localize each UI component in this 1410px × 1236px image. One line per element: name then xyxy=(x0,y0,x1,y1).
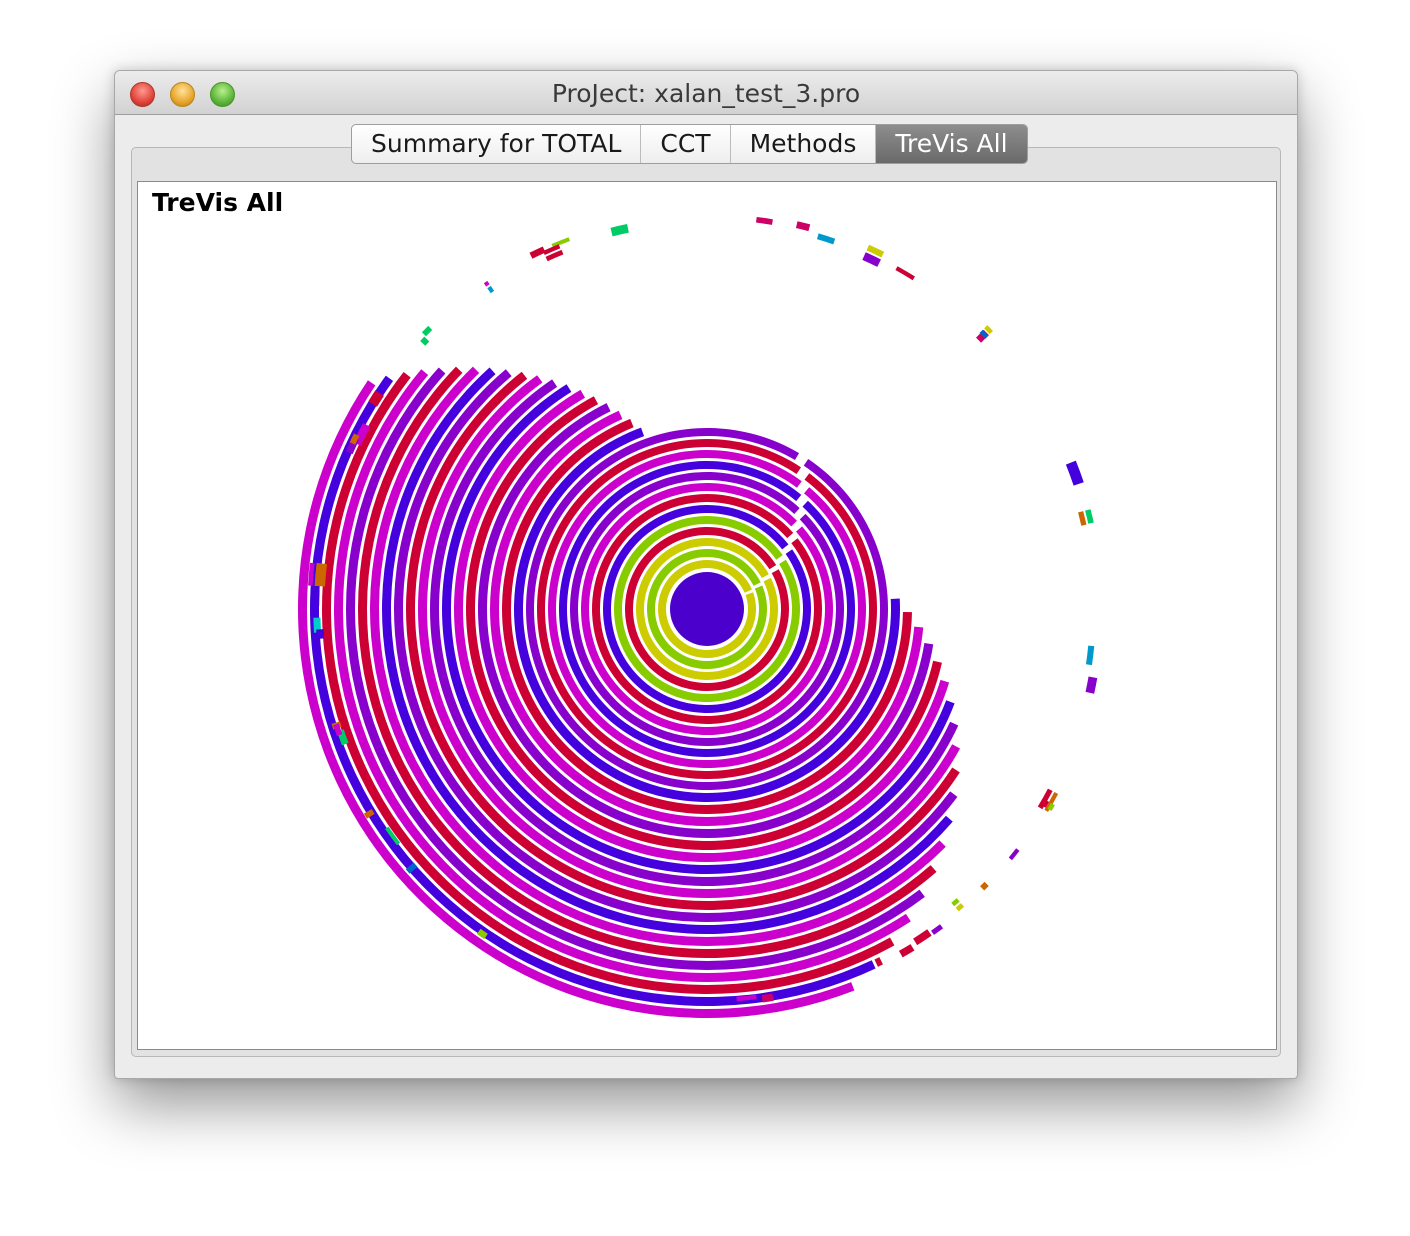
tab-trevis-all[interactable]: TreVis All xyxy=(876,125,1027,163)
sunburst-outer-segment[interactable] xyxy=(1085,645,1095,666)
window-title: ProJect: xalan_test_3.pro xyxy=(551,79,861,108)
sunburst-outer-segment[interactable] xyxy=(955,903,965,912)
trevis-panel: TreVis All xyxy=(137,181,1277,1050)
sunburst-outer-segment[interactable] xyxy=(1078,511,1087,526)
panel-title: TreVis All xyxy=(152,188,284,217)
sunburst-outer-segment[interactable] xyxy=(895,266,915,281)
tab-cct[interactable]: CCT xyxy=(641,125,731,163)
sunburst-root-node[interactable] xyxy=(670,572,744,646)
sunburst-outer-segment[interactable] xyxy=(795,221,811,232)
sunburst-outer-segment[interactable] xyxy=(755,216,773,225)
sunburst-outer-segment[interactable] xyxy=(1065,460,1084,486)
title-bar: ProJect: xalan_test_3.pro xyxy=(115,71,1297,115)
sunburst-outer-segment[interactable] xyxy=(874,957,883,967)
sunburst-outer-segment[interactable] xyxy=(816,233,836,245)
sunburst-outer-segment[interactable] xyxy=(483,280,490,287)
sunburst-outer-segment[interactable] xyxy=(487,285,495,294)
calling-context-sunburst[interactable] xyxy=(138,182,1276,1049)
sunburst-outer-segment[interactable] xyxy=(311,589,320,606)
app-window: ProJect: xalan_test_3.pro Summary for TO… xyxy=(114,70,1298,1079)
sunburst-outer-segment[interactable] xyxy=(314,562,328,587)
sunburst-outer-segment[interactable] xyxy=(913,929,932,946)
tab-bar: Summary for TOTAL CCT Methods TreVis All xyxy=(351,124,1028,164)
sunburst-outer-segment[interactable] xyxy=(529,246,546,259)
sunburst-outer-segment[interactable] xyxy=(1085,676,1098,694)
tab-methods[interactable]: Methods xyxy=(731,125,877,163)
sunburst-outer-segment[interactable] xyxy=(421,325,433,337)
sunburst-outer-segment[interactable] xyxy=(1085,509,1094,524)
sunburst-outer-segment[interactable] xyxy=(898,944,915,958)
tab-summary-total[interactable]: Summary for TOTAL xyxy=(352,125,642,163)
sunburst-outer-segment[interactable] xyxy=(316,629,325,639)
sunburst-outer-segment[interactable] xyxy=(610,224,629,237)
sunburst-outer-segment[interactable] xyxy=(951,898,960,907)
sunburst-outer-segment[interactable] xyxy=(420,336,430,346)
sunburst-outer-segment[interactable] xyxy=(931,924,944,935)
sunburst-outer-segment[interactable] xyxy=(1008,848,1020,861)
sunburst-outer-segment[interactable] xyxy=(980,881,989,891)
